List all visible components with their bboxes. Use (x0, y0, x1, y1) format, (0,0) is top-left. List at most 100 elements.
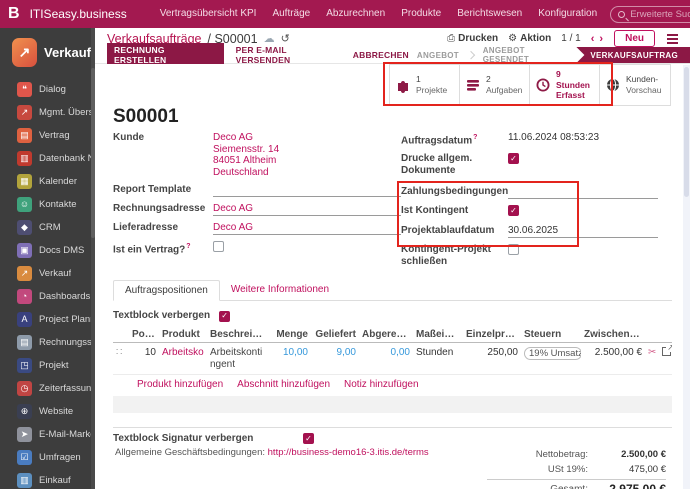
tab-weitere-informationen[interactable]: Weitere Informationen (220, 280, 340, 300)
hide-signature-checkbox[interactable] (303, 433, 314, 444)
sidebar-item-website[interactable]: ⊕Website (0, 400, 95, 423)
add-note-link[interactable]: Notiz hinzufügen (344, 379, 419, 390)
sidebar-item-vertrag[interactable]: ▤Vertrag (0, 124, 95, 147)
state-verkaufsauftrag[interactable]: VERKAUFSAUFTRAG (576, 47, 690, 63)
pager-arrows[interactable]: ‹ › (591, 33, 604, 45)
sidebar-item-project-planning[interactable]: AProject Planning (0, 308, 95, 331)
field-drucke-dokumente: Drucke allgem. Dokumente (401, 153, 658, 177)
state-angebot-gesendet[interactable]: ANGEBOT GESENDET (475, 46, 577, 64)
dashboard-icon: ◔ (17, 289, 32, 304)
state-pipeline: ANGEBOT ANGEBOT GESENDET VERKAUFSAUFTRAG (409, 47, 690, 63)
menu-vertragsuebersicht-kpi[interactable]: Vertragsübersicht KPI (153, 0, 264, 28)
report-template-input[interactable] (213, 184, 401, 197)
search-icon (618, 11, 625, 18)
help-marker: ? (473, 134, 477, 141)
sidebar-item-crm[interactable]: ◆CRM (0, 216, 95, 239)
sidebar-item-kontakte[interactable]: ☺Kontakte (0, 193, 95, 216)
projects-smart-button[interactable]: 1Projekte (390, 65, 460, 105)
sidebar-item-dialog[interactable]: ❝Dialog (0, 78, 95, 101)
drag-handle-icon[interactable]: ∷ (116, 347, 122, 358)
invoice-address-input[interactable]: Deco AG (213, 203, 401, 216)
col-einzelpreis[interactable]: Einzelpreis (463, 327, 521, 343)
new-button[interactable]: Neu (614, 30, 655, 47)
sidebar-item-datenbank-neutralisierung[interactable]: ▥Datenbank Neutralisie... (0, 147, 95, 170)
email-marketing-icon: ➤ (17, 427, 32, 442)
sidebar-app-header[interactable]: ↗ Verkauf (0, 34, 95, 78)
hours-smart-button[interactable]: 9 StundenErfasst (530, 65, 600, 105)
globe-icon (605, 77, 621, 93)
sales-icon: ↗ (17, 266, 32, 281)
form-sheet: 1Projekte 2Aufgaben 9 StundenErfasst Kun… (95, 64, 690, 489)
col-abgerechnet[interactable]: Abgerechnet (359, 327, 413, 343)
smart-buttons: 1Projekte 2Aufgaben 9 StundenErfasst Kun… (389, 64, 671, 106)
record-title[interactable]: S00001 (113, 106, 672, 128)
col-produkt[interactable]: Produkt (159, 327, 207, 343)
project-expiry-input[interactable]: 30.06.2025 (508, 225, 658, 238)
cloud-upload-icon[interactable]: ☁ (264, 32, 275, 45)
delivery-address-input[interactable]: Deco AG (213, 222, 401, 235)
timesheet-icon: ◷ (17, 381, 32, 396)
gear-icon: ⚙ (508, 33, 517, 44)
state-angebot[interactable]: ANGEBOT (409, 51, 467, 60)
col-zwischensumme[interactable]: Zwischensumme (581, 327, 645, 343)
total-untaxed: Nettobetrag: 2.500,00 € (487, 447, 666, 462)
print-documents-checkbox[interactable] (508, 153, 519, 164)
col-masseinheit[interactable]: Maßeinheit (413, 327, 463, 343)
sidebar-item-email-marketing[interactable]: ➤E-Mail-Marketing (0, 423, 95, 446)
customer-preview-smart-button[interactable]: Kunden-Vorschau (600, 65, 670, 105)
sidebar-item-rechnungsstellung[interactable]: ▤Rechnungsstellung (0, 331, 95, 354)
menu-konfiguration[interactable]: Konfiguration (531, 0, 604, 28)
menu-produkte[interactable]: Produkte (394, 0, 448, 28)
cancel-button[interactable]: ABBRECHEN (353, 50, 409, 60)
terms-url-link[interactable]: http://business-demo16-3.itis.de/terms (268, 447, 429, 458)
customer-address[interactable]: Deco AG Siemensstr. 14 84051 Altheim Deu… (213, 132, 401, 178)
add-product-link[interactable]: Produkt hinzufügen (137, 379, 223, 390)
sidebar-item-mgmt-uebersicht[interactable]: ↗Mgmt. Übersicht (0, 101, 95, 124)
top-navbar: B ITISeasy.business Vertragsübersicht KP… (0, 0, 690, 28)
col-menge[interactable]: Menge (267, 327, 311, 343)
cell-zwischensumme: 2.500,00 € (581, 343, 645, 375)
order-line-row[interactable]: ∷ 10 Arbeitskontingent Arbeitskontingent… (113, 343, 672, 375)
brand-name[interactable]: ITISeasy.business (30, 7, 127, 21)
action-button[interactable]: ⚙Aktion (508, 33, 551, 44)
payment-terms-input[interactable] (508, 186, 658, 199)
sidebar-item-zeiterfassung[interactable]: ◷Zeiterfassung (0, 377, 95, 400)
tax-tag[interactable]: 19% Umsatzsteuer (524, 347, 581, 360)
menu-berichtswesen[interactable]: Berichtswesen (450, 0, 529, 28)
sidebar-item-dashboards[interactable]: ◔Dashboards (0, 285, 95, 308)
sidebar-item-umfragen[interactable]: ☑Umfragen (0, 446, 95, 469)
is-quota-checkbox[interactable] (508, 205, 519, 216)
project-icon: ◳ (17, 358, 32, 373)
sidebar-item-einkauf[interactable]: ▥Einkauf (0, 469, 95, 489)
total-tax: USt 19%: 475,00 € (487, 462, 666, 477)
print-button[interactable]: ⎙Drucken (447, 33, 498, 44)
col-steuern[interactable]: Steuern (521, 327, 581, 343)
close-quota-project-checkbox[interactable] (508, 244, 519, 255)
app-logo[interactable]: B (8, 5, 20, 23)
hide-textblock-checkbox[interactable] (219, 311, 230, 322)
undo-icon[interactable]: ↺ (281, 32, 290, 45)
external-link-icon[interactable] (662, 347, 671, 356)
menu-abzurechnen[interactable]: Abzurechnen (319, 0, 392, 28)
sidebar-item-docs-dms[interactable]: ▣Docs DMS (0, 239, 95, 262)
scissors-icon[interactable]: ✂ (648, 347, 656, 358)
menu-auftraege[interactable]: Aufträge (265, 0, 317, 28)
is-contract-checkbox[interactable] (213, 241, 224, 252)
add-section-link[interactable]: Abschnitt hinzufügen (237, 379, 330, 390)
main-scrollbar[interactable] (683, 65, 690, 489)
col-beschreibung[interactable]: Beschreibung (207, 327, 267, 343)
col-position[interactable]: Position (129, 327, 159, 343)
send-email-button[interactable]: PER E-MAIL VERSENDEN (236, 45, 341, 65)
docs-icon: ▣ (17, 243, 32, 258)
sidebar-item-verkauf[interactable]: ↗Verkauf (0, 262, 95, 285)
product-link[interactable]: Arbeitskontingent (162, 347, 204, 358)
field-zahlungsbedingungen: Zahlungsbedingungen (401, 186, 658, 199)
col-geliefert[interactable]: Geliefert (311, 327, 359, 343)
sidebar-item-projekt[interactable]: ◳Projekt (0, 354, 95, 377)
contacts-icon: ☺ (17, 197, 32, 212)
tasks-smart-button[interactable]: 2Aufgaben (460, 65, 530, 105)
search-input[interactable]: Erweiterte Suche (610, 6, 690, 23)
more-menu-icon[interactable] (665, 32, 680, 46)
sidebar-item-kalender[interactable]: ▦Kalender (0, 170, 95, 193)
tab-auftragspositionen[interactable]: Auftragspositionen (113, 280, 220, 301)
